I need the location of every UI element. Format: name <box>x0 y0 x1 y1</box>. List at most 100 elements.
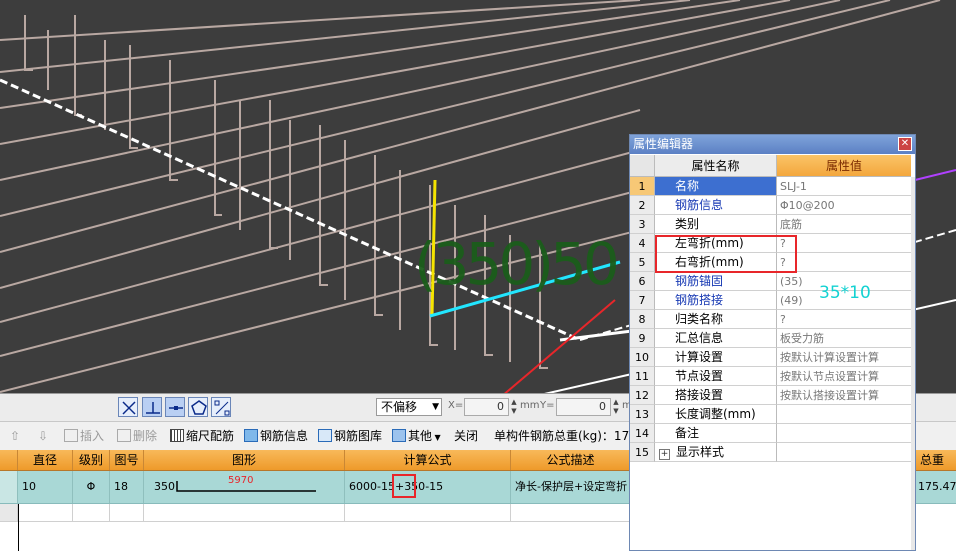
close-icon[interactable]: ✕ <box>898 137 912 151</box>
cell-figure-no[interactable]: 18 <box>110 471 144 503</box>
shape-length: 5970 <box>228 475 254 486</box>
scale-rebar-label: 缩尺配筋 <box>186 429 235 443</box>
cell-diameter[interactable]: 10 <box>18 471 73 503</box>
header-total-weight[interactable]: 总重(kg <box>916 450 956 487</box>
property-row[interactable]: 14 备注 <box>630 424 911 443</box>
property-value[interactable] <box>777 405 911 424</box>
snap-perpendicular-button[interactable] <box>142 397 162 417</box>
cell-total-weight[interactable]: 175.475 <box>916 471 956 503</box>
property-row[interactable]: 15 + 显示样式 <box>630 443 911 462</box>
property-value[interactable]: 按默认计算设置计算 <box>777 348 911 367</box>
property-row-number: 6 <box>630 272 655 291</box>
delete-icon <box>117 429 131 442</box>
offset-mode-select[interactable]: 不偏移 ▼ <box>376 398 442 416</box>
header-shape[interactable]: 图形 <box>144 450 345 470</box>
property-row-number: 3 <box>630 215 655 234</box>
property-row[interactable]: 1 名称 SLJ-1 <box>630 177 911 196</box>
x-spin-icon[interactable]: ▲ ▼ <box>509 398 519 416</box>
header-description[interactable]: 公式描述 <box>511 450 631 470</box>
property-row-number: 12 <box>630 386 655 405</box>
property-row[interactable]: 13 长度调整(mm) <box>630 405 911 424</box>
property-row-number: 11 <box>630 367 655 386</box>
move-up-icon[interactable]: ⇧ <box>10 428 20 444</box>
property-value[interactable]: 按默认搭接设置计算 <box>777 386 911 405</box>
rebar-library-button[interactable]: 钢筋图库 <box>318 428 382 444</box>
header-diameter[interactable]: 直径(mm) <box>18 450 73 487</box>
property-value[interactable]: ? <box>777 310 911 329</box>
intersection-icon <box>122 401 136 415</box>
property-row[interactable]: 9 汇总信息 板受力筋 <box>630 329 911 348</box>
property-editor-title[interactable]: 属性编辑器 <box>630 135 915 154</box>
header-grade[interactable]: 级别 <box>73 450 110 470</box>
property-row-number: 13 <box>630 405 655 424</box>
property-value[interactable]: 按默认节点设置计算 <box>777 367 911 386</box>
property-row[interactable]: 2 钢筋信息 Φ10@200 <box>630 196 911 215</box>
close-button[interactable]: 关闭 <box>454 428 478 444</box>
move-down-icon[interactable]: ⇩ <box>38 428 48 444</box>
property-value[interactable]: ? <box>777 253 911 272</box>
property-row[interactable]: 11 节点设置 按默认节点设置计算 <box>630 367 911 386</box>
snap-midpoint-button[interactable] <box>165 397 185 417</box>
property-name-label: 显示样式 <box>676 445 725 459</box>
cell-description[interactable]: 净长-保护层+设定弯折 <box>511 471 631 503</box>
snap-other-button[interactable] <box>211 397 231 417</box>
property-name: 类别 <box>655 215 777 234</box>
property-value[interactable]: 板受力筋 <box>777 329 911 348</box>
header-figure-no[interactable]: 图号 <box>110 450 144 470</box>
expand-plus-icon[interactable]: + <box>659 449 670 460</box>
property-editor-panel: 属性编辑器 ✕ 属性名称 属性值 1 名称 SLJ-1 2 钢筋信息 Φ10@200 3 类别… <box>629 134 916 551</box>
property-name: 搭接设置 <box>655 386 777 405</box>
midpoint-icon <box>169 406 183 410</box>
property-row[interactable]: 12 搭接设置 按默认搭接设置计算 <box>630 386 911 405</box>
property-row-number: 7 <box>630 291 655 310</box>
property-row-number: 5 <box>630 253 655 272</box>
property-row-number: 1 <box>630 177 655 196</box>
delete-label: 删除 <box>133 429 158 443</box>
other-menu-button[interactable]: 其他 ▼ <box>392 428 441 446</box>
snap-intersection-button[interactable] <box>118 397 138 417</box>
property-value[interactable] <box>777 443 911 462</box>
y-spin-icon[interactable]: ▲ ▼ <box>611 398 621 416</box>
close-label: 关闭 <box>454 429 479 443</box>
cell-grade[interactable]: Φ <box>73 471 110 503</box>
property-header: 属性名称 属性值 <box>630 155 915 177</box>
property-value[interactable]: Φ10@200 <box>777 196 911 215</box>
property-value[interactable] <box>777 424 911 443</box>
chevron-down-icon: ▼ <box>432 402 439 412</box>
row-selector[interactable] <box>0 471 18 503</box>
property-value[interactable]: ? <box>777 234 911 253</box>
x-unit-label: mm <box>520 400 540 411</box>
cell-shape[interactable]: 350 5970 <box>144 471 345 503</box>
cell-formula[interactable]: 6000-15+350-15 <box>345 471 511 503</box>
annotation-box-formula <box>392 474 416 498</box>
snap-grid-icon <box>214 400 230 416</box>
scale-rebar-button[interactable]: 缩尺配筋 <box>170 428 234 444</box>
header-property-value: 属性值 <box>777 155 911 177</box>
property-row-number: 8 <box>630 310 655 329</box>
insert-button[interactable]: 插入 <box>64 428 104 444</box>
property-name: 名称 <box>655 177 777 196</box>
property-scrollbar[interactable] <box>911 177 915 550</box>
property-name: 节点设置 <box>655 367 777 386</box>
shape-left-length: 350 <box>154 480 175 493</box>
delete-button[interactable]: 删除 <box>117 428 157 444</box>
property-row-number: 15 <box>630 443 655 462</box>
y-coord-input[interactable]: 0 <box>556 398 611 416</box>
property-value[interactable]: SLJ-1 <box>777 177 911 196</box>
perpendicular-icon <box>146 402 160 414</box>
rebar-info-button[interactable]: 钢筋信息 <box>244 428 308 444</box>
insert-label: 插入 <box>80 429 105 443</box>
formula-suffix: -15 <box>425 480 444 493</box>
property-value[interactable]: 底筋 <box>777 215 911 234</box>
header-formula[interactable]: 计算公式 <box>345 450 511 470</box>
property-name: 钢筋搭接 <box>655 291 777 310</box>
property-name: 钢筋锚固 <box>655 272 777 291</box>
property-row[interactable]: 3 类别 底筋 <box>630 215 911 234</box>
property-row[interactable]: 10 计算设置 按默认计算设置计算 <box>630 348 911 367</box>
property-row-number: 10 <box>630 348 655 367</box>
snap-center-button[interactable] <box>188 397 208 417</box>
annotation-arrow <box>501 299 616 395</box>
property-name: 备注 <box>655 424 777 443</box>
property-row[interactable]: 8 归类名称? <box>630 310 911 329</box>
x-coord-input[interactable]: 0 <box>464 398 509 416</box>
